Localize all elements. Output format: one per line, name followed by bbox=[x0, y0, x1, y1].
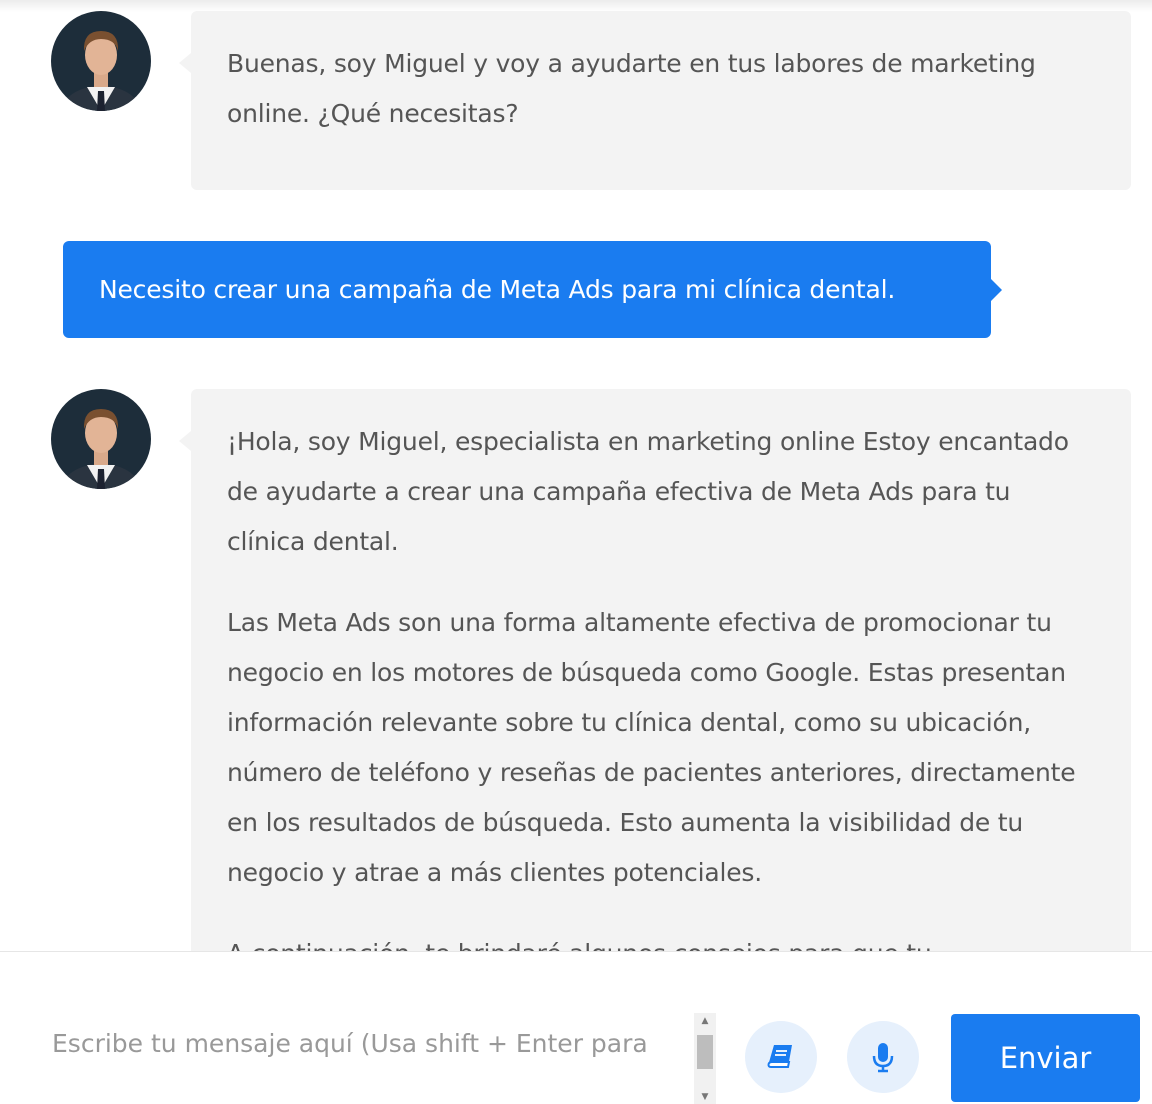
voice-input-button[interactable] bbox=[847, 1021, 919, 1093]
assistant-message-text: Buenas, soy Miguel y voy a ayudarte en t… bbox=[227, 49, 1036, 128]
chat-app: Buenas, soy Miguel y voy a ayudarte en t… bbox=[0, 0, 1152, 1104]
microphone-icon bbox=[872, 1043, 894, 1073]
assistant-message-bubble: Buenas, soy Miguel y voy a ayudarte en t… bbox=[179, 11, 1131, 190]
prompt-library-button[interactable] bbox=[745, 1021, 817, 1093]
assistant-message-paragraph: Las Meta Ads son una forma altamente efe… bbox=[227, 608, 1076, 887]
scroll-down-arrow-icon[interactable]: ▼ bbox=[694, 1089, 716, 1104]
message-input[interactable] bbox=[40, 1012, 690, 1102]
send-button[interactable]: Enviar bbox=[951, 1014, 1140, 1102]
user-message-text: Necesito crear una campaña de Meta Ads p… bbox=[99, 275, 896, 304]
message-composer: ▲ ▼ Enviar bbox=[0, 951, 1152, 1104]
scroll-up-arrow-icon[interactable]: ▲ bbox=[694, 1013, 716, 1029]
input-scrollbar[interactable]: ▲ ▼ bbox=[694, 1013, 716, 1104]
assistant-avatar bbox=[51, 389, 151, 489]
assistant-message-paragraph: A continuación, te brindaré algunos cons… bbox=[227, 929, 1095, 951]
assistant-avatar bbox=[51, 11, 151, 111]
chat-messages[interactable]: Buenas, soy Miguel y voy a ayudarte en t… bbox=[0, 0, 1152, 951]
assistant-message-paragraph: ¡Hola, soy Miguel, especialista en marke… bbox=[227, 427, 1069, 556]
user-message-bubble: Necesito crear una campaña de Meta Ads p… bbox=[63, 241, 1002, 338]
assistant-message-bubble: ¡Hola, soy Miguel, especialista en marke… bbox=[179, 389, 1131, 951]
scrollbar-thumb[interactable] bbox=[697, 1035, 713, 1069]
book-icon bbox=[767, 1045, 792, 1068]
